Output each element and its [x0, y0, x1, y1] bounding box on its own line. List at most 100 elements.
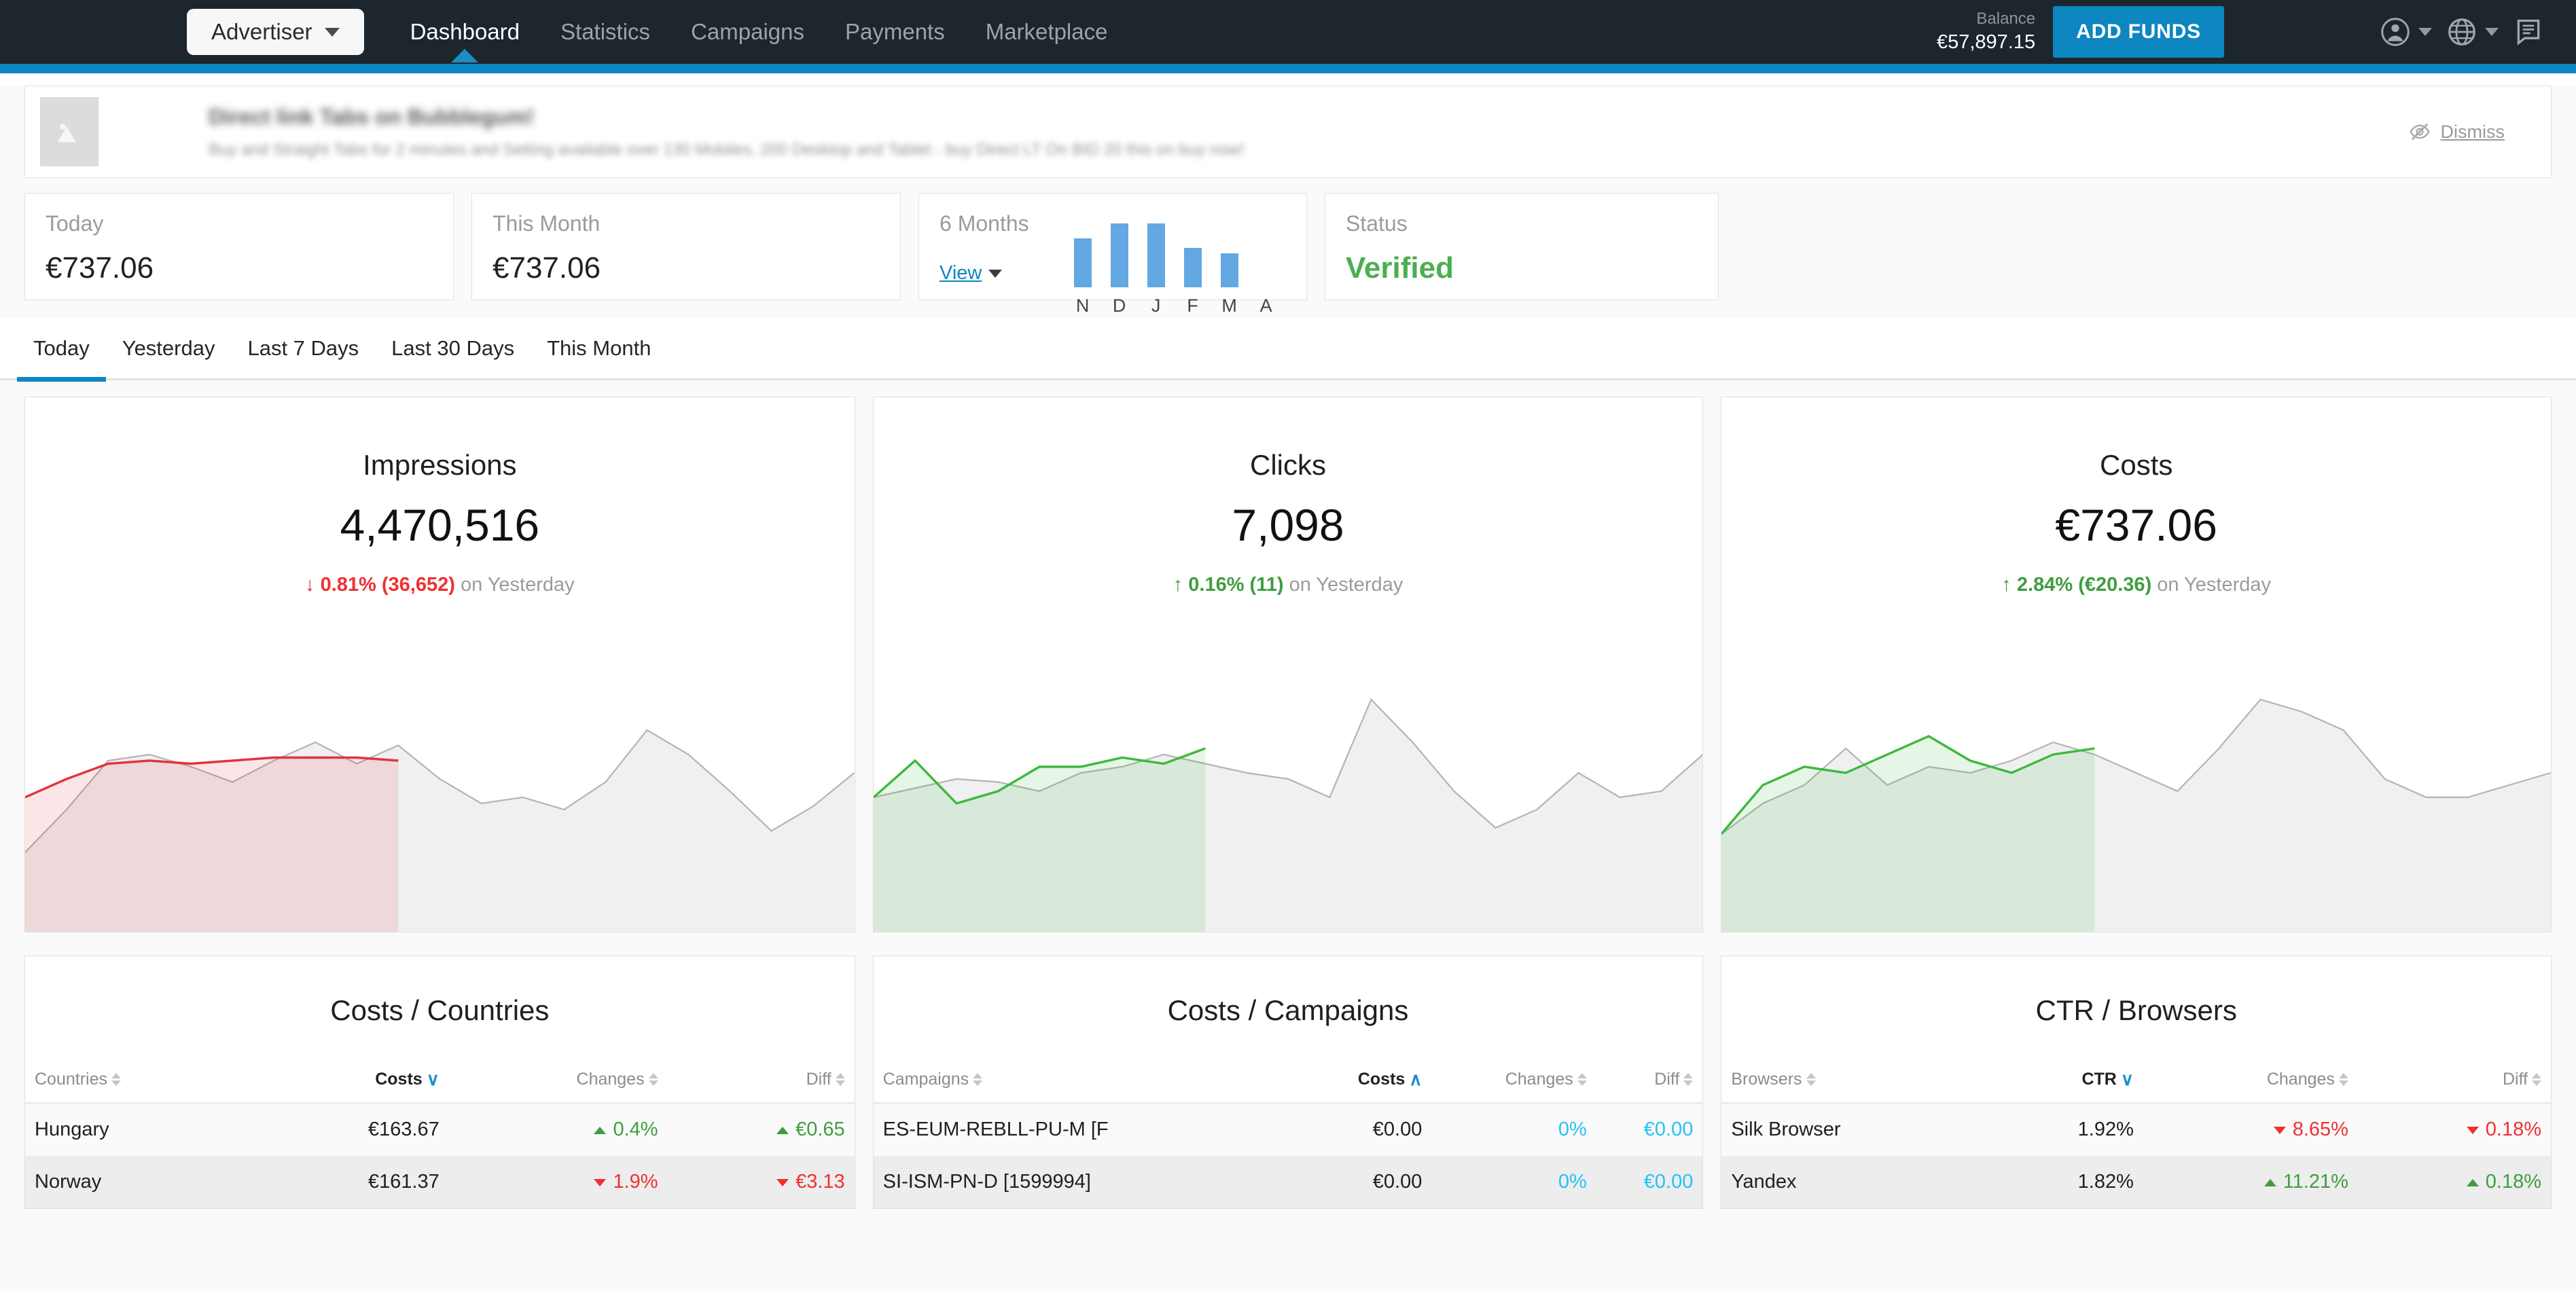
column-header[interactable]: Changes: [2143, 1069, 2358, 1103]
six-months-bar-column: M: [1211, 211, 1248, 316]
table-row[interactable]: ES-EUM-REBLL-PU-M [F€0.000%€0.00: [874, 1103, 1703, 1156]
column-header[interactable]: Browsers: [1721, 1069, 1994, 1103]
row-primary-value: €161.37: [255, 1156, 448, 1208]
date-tab-last-7-days[interactable]: Last 7 Days: [231, 317, 375, 380]
view-link[interactable]: View: [940, 262, 982, 285]
table-card-costs-campaigns: Costs / Campaigns CampaignsCosts∧ChangesD…: [873, 956, 1704, 1209]
nav-icon-group: [2380, 17, 2543, 47]
nav-link-campaigns[interactable]: Campaigns: [670, 19, 825, 45]
column-header-label: Diff: [806, 1070, 831, 1089]
sort-indicator-desc[interactable]: ∨: [2121, 1069, 2134, 1090]
table-row[interactable]: Hungary€163.670.4%€0.65: [25, 1103, 855, 1156]
add-funds-button[interactable]: ADD FUNDS: [2053, 6, 2224, 58]
sort-indicator-neutral[interactable]: [1577, 1073, 1587, 1086]
banner-thumbnail: [40, 97, 99, 166]
table-title: Costs / Campaigns: [874, 956, 1703, 1027]
row-primary-value: €0.00: [1298, 1103, 1431, 1156]
chat-icon[interactable]: [2514, 17, 2543, 47]
bar: [1221, 253, 1238, 287]
table-title: Costs / Countries: [25, 956, 855, 1027]
row-changes: 0%: [1431, 1156, 1596, 1208]
globe-icon[interactable]: [2447, 17, 2477, 47]
summary-card-this-month: This Month €737.06: [471, 193, 901, 300]
bar: [1184, 248, 1202, 287]
language-chevron-down-icon[interactable]: [2485, 28, 2499, 36]
table-body: Silk Browser1.92%8.65%0.18%Yandex1.82%11…: [1721, 1103, 2551, 1208]
table-head: CampaignsCosts∧ChangesDiff: [874, 1069, 1703, 1103]
balance-label: Balance: [1937, 9, 2035, 30]
metric-sparkline-chart: [25, 626, 855, 932]
nav-right-group: Balance €57,897.15 ADD FUNDS: [1937, 6, 2576, 58]
sort-indicator-neutral[interactable]: [836, 1073, 845, 1086]
banner-text-group: Direct link Tabs on Bubblegum! Buy and S…: [209, 105, 1244, 160]
balance-display: Balance €57,897.15: [1937, 9, 2035, 55]
table-card-ctr-browsers: CTR / BrowsersBrowsersCTR∨ChangesDiffSil…: [1721, 956, 2552, 1209]
banner-title: Direct link Tabs on Bubblegum!: [209, 105, 1244, 130]
sort-indicator-desc[interactable]: ∨: [427, 1069, 440, 1090]
date-tab-this-month[interactable]: This Month: [531, 317, 667, 380]
six-months-view-group[interactable]: View: [940, 262, 1029, 285]
sort-indicator-neutral[interactable]: [111, 1073, 121, 1086]
row-diff-value: €0.65: [795, 1119, 845, 1140]
today-area: [1721, 736, 2094, 932]
date-tab-today[interactable]: Today: [17, 317, 106, 380]
six-months-bar-column: A: [1248, 211, 1285, 316]
row-diff: €0.00: [1596, 1156, 1703, 1208]
column-header-label: Countries: [35, 1070, 107, 1089]
today-value: €737.06: [46, 251, 433, 285]
nav-link-payments[interactable]: Payments: [825, 19, 965, 45]
table-head: BrowsersCTR∨ Changes Diff: [1721, 1069, 2551, 1103]
column-header[interactable]: Diff: [1596, 1069, 1703, 1103]
column-header[interactable]: Costs∨: [255, 1069, 448, 1103]
column-header[interactable]: Diff: [2358, 1069, 2551, 1103]
column-header-label: Changes: [2267, 1070, 2335, 1089]
account-icon[interactable]: [2380, 17, 2410, 47]
row-changes-value: 8.65%: [2293, 1119, 2348, 1140]
table-row[interactable]: Silk Browser1.92%8.65%0.18%: [1721, 1103, 2551, 1156]
nav-link-dashboard[interactable]: Dashboard: [390, 19, 540, 45]
metric-delta: ↓ 0.81% (36,652) on Yesterday: [25, 574, 855, 596]
arrow-up-icon: [2264, 1179, 2276, 1186]
sort-indicator-neutral[interactable]: [973, 1073, 982, 1086]
sort-indicator-neutral[interactable]: [2339, 1073, 2348, 1086]
nav-link-statistics[interactable]: Statistics: [540, 19, 670, 45]
metric-card-impressions: Impressions4,470,516↓ 0.81% (36,652) on …: [24, 397, 855, 932]
row-changes-value: 0%: [1558, 1119, 1587, 1140]
row-changes: 0.4%: [449, 1103, 668, 1156]
row-primary-value: 1.82%: [1994, 1156, 2143, 1208]
table-row[interactable]: Yandex1.82%11.21%0.18%: [1721, 1156, 2551, 1208]
eye-off-icon: [2408, 120, 2431, 143]
metric-card-clicks: Clicks7,098↑ 0.16% (11) on Yesterday: [873, 397, 1704, 932]
sort-indicator-neutral[interactable]: [2532, 1073, 2541, 1086]
column-header[interactable]: Costs∧: [1298, 1069, 1431, 1103]
data-tables-row: Costs / CountriesCountriesCosts∨ChangesD…: [24, 956, 2552, 1209]
arrow-up-icon: [776, 1127, 789, 1134]
metric-sparkline-chart: [874, 626, 1703, 932]
column-header[interactable]: Changes: [449, 1069, 668, 1103]
column-header[interactable]: CTR∨: [1994, 1069, 2143, 1103]
view-chevron-down-icon[interactable]: [988, 270, 1002, 278]
date-tab-yesterday[interactable]: Yesterday: [106, 317, 232, 380]
sort-indicator-asc[interactable]: ∧: [1409, 1069, 1422, 1090]
sort-indicator-neutral[interactable]: [649, 1073, 658, 1086]
sort-indicator-neutral[interactable]: [1806, 1073, 1816, 1086]
account-chevron-down-icon[interactable]: [2418, 28, 2432, 36]
date-tab-last-30-days[interactable]: Last 30 Days: [375, 317, 531, 380]
promo-banner: Direct link Tabs on Bubblegum! Buy and S…: [24, 86, 2552, 178]
summary-card-status: Status Verified: [1325, 193, 1719, 300]
row-diff: €0.65: [668, 1103, 855, 1156]
sort-indicator-neutral[interactable]: [1683, 1073, 1693, 1086]
data-table: CampaignsCosts∧ChangesDiffES-EUM-REBLL-P…: [874, 1069, 1703, 1208]
row-changes-value: 0%: [1558, 1171, 1587, 1193]
account-type-switcher[interactable]: Advertiser: [187, 9, 364, 55]
dismiss-banner-button[interactable]: Dismiss: [2408, 120, 2505, 143]
table-row[interactable]: Norway€161.371.9%€3.13: [25, 1156, 855, 1208]
column-header[interactable]: Countries: [25, 1069, 255, 1103]
column-header[interactable]: Changes: [1431, 1069, 1596, 1103]
column-header[interactable]: Diff: [668, 1069, 855, 1103]
table-row[interactable]: SI-ISM-PN-D [1599994]€0.000%€0.00: [874, 1156, 1703, 1208]
column-header[interactable]: Campaigns: [874, 1069, 1298, 1103]
nav-link-marketplace[interactable]: Marketplace: [965, 19, 1128, 45]
bar-month-label: A: [1260, 295, 1272, 316]
today-label: Today: [46, 211, 433, 236]
